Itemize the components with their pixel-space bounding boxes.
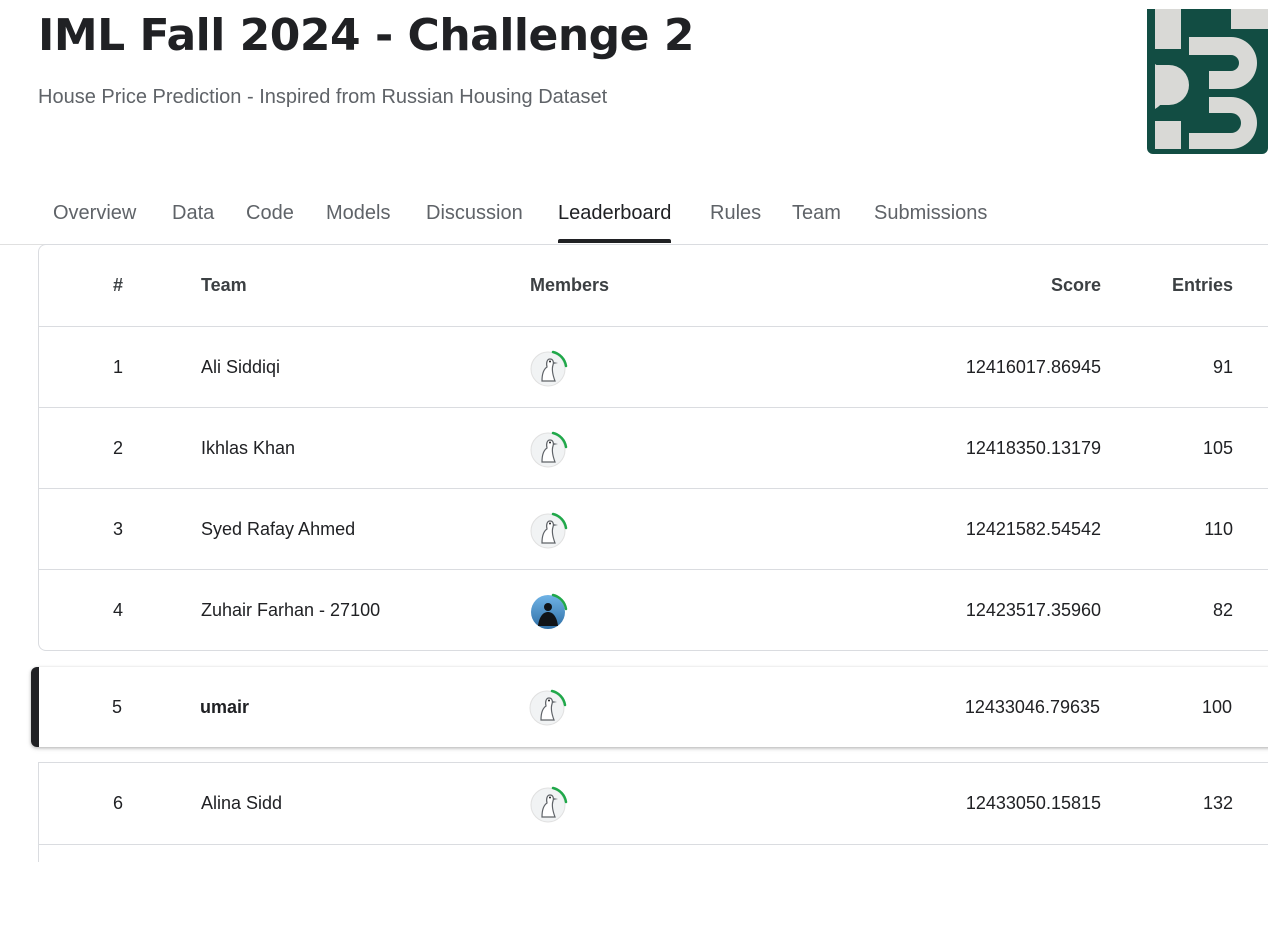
score-cell: 12421582.54542 bbox=[965, 519, 1101, 539]
team-name-link[interactable]: Zuhair Farhan - 27100 bbox=[201, 570, 380, 651]
rank-cell: 4 bbox=[112, 600, 123, 620]
entries-cell: 91 bbox=[1212, 357, 1233, 377]
tab-leaderboard[interactable]: Leaderboard bbox=[558, 202, 672, 243]
entries-cell: 105 bbox=[1202, 438, 1233, 458]
team-name-link[interactable]: Syed Rafay Ahmed bbox=[201, 489, 355, 570]
entries-cell: 82 bbox=[1212, 600, 1233, 620]
table-row[interactable]: 6 Alina Sidd 12433050.15815 132 bbox=[39, 763, 1268, 844]
tab-models[interactable]: Models bbox=[326, 202, 390, 225]
score-cell: 12416017.86945 bbox=[965, 357, 1101, 377]
members-column-header: Members bbox=[530, 275, 610, 295]
tab-rules[interactable]: Rules bbox=[710, 202, 761, 225]
active-tab-indicator bbox=[558, 239, 672, 243]
team-column-header: Team bbox=[201, 275, 247, 295]
goose-avatar-icon[interactable] bbox=[529, 428, 571, 470]
competition-tabs: Overview Data Code Models Discussion Lea… bbox=[0, 190, 1268, 245]
rank-column-header: # bbox=[112, 275, 123, 295]
goose-avatar-icon[interactable] bbox=[529, 347, 571, 389]
score-cell: 12433046.79635 bbox=[964, 697, 1100, 717]
person-photo-avatar[interactable] bbox=[529, 590, 571, 632]
entries-cell: 110 bbox=[1204, 519, 1233, 539]
goose-avatar-icon[interactable] bbox=[529, 509, 571, 551]
tab-code[interactable]: Code bbox=[246, 202, 294, 225]
team-name-link[interactable]: Ali Siddiqi bbox=[201, 327, 280, 408]
table-row[interactable]: 3 Syed Rafay Ahmed 12421582.54542 110 bbox=[39, 488, 1268, 570]
rank-cell: 3 bbox=[112, 519, 123, 539]
table-row[interactable]: 2 Ikhlas Khan 12418350.13179 105 bbox=[39, 407, 1268, 489]
tab-leaderboard-label: Leaderboard bbox=[558, 202, 672, 224]
score-column-header: Score bbox=[1050, 275, 1101, 295]
rank-cell: 5 bbox=[111, 697, 122, 717]
team-name-link[interactable]: Alina Sidd bbox=[201, 763, 282, 844]
table-row[interactable]: 1 Ali Siddiqi 12416017.86945 91 bbox=[39, 326, 1268, 408]
goose-avatar-icon[interactable] bbox=[528, 686, 570, 728]
entries-cell: 132 bbox=[1202, 793, 1233, 813]
score-cell: 12423517.35960 bbox=[965, 600, 1101, 620]
table-row[interactable] bbox=[39, 844, 1268, 926]
tab-submissions[interactable]: Submissions bbox=[874, 202, 987, 225]
competition-logo bbox=[1147, 9, 1268, 154]
leaderboard-header-row: # Team Members Score Entries bbox=[39, 245, 1268, 326]
tab-discussion[interactable]: Discussion bbox=[426, 202, 523, 225]
table-row[interactable]: 4 Zuhair Farhan - 27100 12423517.35960 8… bbox=[39, 569, 1268, 651]
current-user-row[interactable]: 5 umair 12433046.79635 100 bbox=[31, 667, 1268, 747]
leaderboard-table: # Team Members Score Entries 1 Ali Siddi… bbox=[38, 244, 1268, 651]
tab-data[interactable]: Data bbox=[172, 202, 214, 225]
score-cell: 12418350.13179 bbox=[965, 438, 1101, 458]
entries-column-header: Entries bbox=[1171, 275, 1233, 295]
team-name-link[interactable]: umair bbox=[200, 667, 249, 747]
entries-cell: 100 bbox=[1201, 697, 1232, 717]
competition-title: IML Fall 2024 - Challenge 2 bbox=[38, 10, 694, 61]
tab-overview[interactable]: Overview bbox=[53, 202, 136, 225]
goose-avatar-icon[interactable] bbox=[529, 783, 571, 825]
rank-cell: 6 bbox=[112, 793, 123, 813]
team-name-link[interactable]: Ikhlas Khan bbox=[201, 408, 295, 489]
competition-subtitle: House Price Prediction - Inspired from R… bbox=[38, 86, 608, 108]
score-cell: 12433050.15815 bbox=[965, 793, 1101, 813]
rank-cell: 1 bbox=[112, 357, 123, 377]
leaderboard-table-continued: 6 Alina Sidd 12433050.15815 132 bbox=[38, 762, 1268, 862]
rank-cell: 2 bbox=[112, 438, 123, 458]
tab-team[interactable]: Team bbox=[792, 202, 841, 225]
